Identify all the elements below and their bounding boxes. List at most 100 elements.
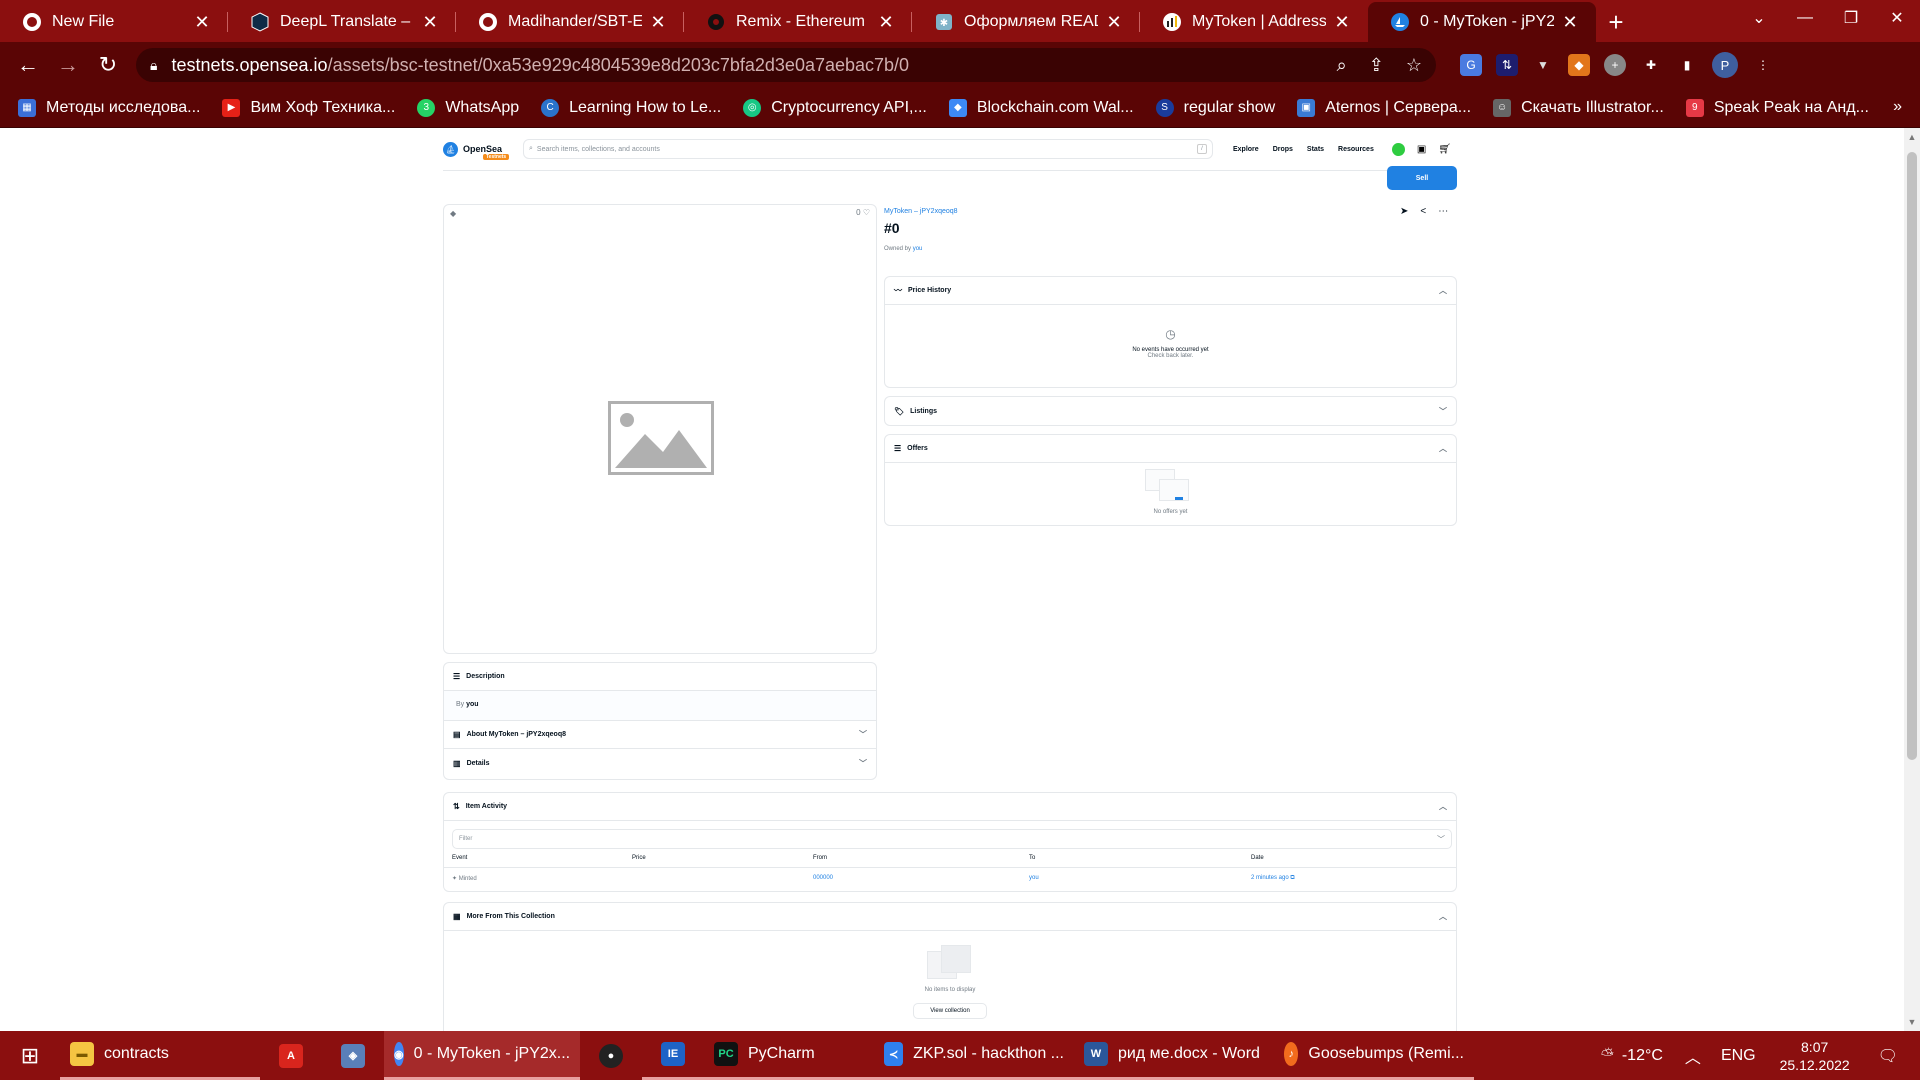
new-tab-button[interactable]: + bbox=[1596, 2, 1636, 42]
activity-filter-select[interactable]: Filter ﹀ bbox=[452, 829, 1452, 849]
translate-extension-icon[interactable]: G bbox=[1460, 54, 1482, 76]
tab-search-icon[interactable]: ⌄ bbox=[1736, 0, 1782, 36]
reload-icon[interactable]: ↻ bbox=[88, 45, 128, 85]
list-icon: ☰ bbox=[894, 444, 902, 453]
minimize-button[interactable]: — bbox=[1782, 0, 1828, 36]
zoom-icon[interactable]: ⌕ bbox=[1337, 55, 1347, 76]
more-options-icon[interactable]: ⋯ bbox=[1438, 206, 1448, 217]
clock[interactable]: 8:07 25.12.2022 bbox=[1780, 1038, 1850, 1074]
language-indicator[interactable]: ENG bbox=[1721, 1047, 1756, 1065]
scrollbar-thumb[interactable] bbox=[1907, 152, 1917, 760]
taskbar-item[interactable]: W рид ме.docx - Word bbox=[1074, 1031, 1274, 1080]
vue-devtools-icon[interactable]: ▼ bbox=[1532, 54, 1554, 76]
bookmark-item[interactable]: ▶ Вим Хоф Техника... bbox=[222, 98, 395, 117]
kebab-menu-icon[interactable]: ⋮ bbox=[1752, 54, 1774, 76]
bookmark-item[interactable]: ☺ Скачать Illustrator... bbox=[1493, 98, 1664, 117]
close-icon[interactable]: ✕ bbox=[648, 12, 668, 33]
collection-link[interactable]: MyToken – jPY2xqeoq8 bbox=[884, 208, 958, 215]
extension-icon[interactable]: + bbox=[1604, 54, 1626, 76]
notifications-icon[interactable]: 🗨︎ bbox=[1878, 1046, 1898, 1066]
close-icon[interactable]: ✕ bbox=[420, 12, 440, 33]
scroll-up-arrow-icon[interactable]: ▲ bbox=[1904, 132, 1920, 142]
listings-header[interactable]: 🏷︎ Listings ﹀ bbox=[885, 397, 1456, 425]
from-link[interactable]: 000000 bbox=[813, 875, 833, 881]
browser-tab[interactable]: Remix - Ethereum IDE ✕ bbox=[684, 2, 912, 42]
search-input[interactable]: ⌕ Search items, collections, and account… bbox=[523, 139, 1213, 159]
favorite-area[interactable]: 0 ♡ bbox=[856, 208, 870, 217]
close-icon[interactable]: ✕ bbox=[1104, 12, 1124, 33]
share-icon[interactable]: ⇪ bbox=[1369, 55, 1384, 76]
opensea-logo[interactable]: ⛵︎ OpenSea Testnets bbox=[443, 141, 523, 160]
transfer-icon[interactable]: ➤ bbox=[1400, 206, 1408, 217]
date-link[interactable]: 2 minutes ago ⧉ bbox=[1251, 875, 1295, 882]
windows-start-icon[interactable]: ⊞ bbox=[0, 1031, 60, 1080]
item-activity-header[interactable]: ⇅ Item Activity ︿ bbox=[444, 793, 1456, 821]
about-collection-header[interactable]: ▤ About MyToken – jPY2xqeoq8 ﹀ bbox=[444, 721, 876, 749]
creator-link[interactable]: you bbox=[466, 701, 478, 708]
weather-temp[interactable]: -12°C bbox=[1622, 1047, 1663, 1065]
back-arrow-icon[interactable]: ← bbox=[8, 45, 48, 85]
sell-button[interactable]: Sell bbox=[1387, 166, 1457, 190]
owner-link[interactable]: you bbox=[913, 246, 923, 252]
extension-icon[interactable]: ⇅ bbox=[1496, 54, 1518, 76]
browser-tab[interactable]: MyToken | Address 0x ✕ bbox=[1140, 2, 1368, 42]
price-history-header[interactable]: 〰 Price History ︿ bbox=[885, 277, 1456, 305]
bookmark-item[interactable]: Sregular show bbox=[1155, 98, 1275, 117]
description-header[interactable]: ☰ Description bbox=[444, 663, 876, 691]
account-avatar[interactable] bbox=[1391, 142, 1405, 156]
page-scrollbar[interactable]: ▲ ▼ bbox=[1904, 128, 1920, 1031]
nav-explore[interactable]: Explore bbox=[1233, 146, 1259, 153]
nav-stats[interactable]: Stats bbox=[1307, 146, 1324, 153]
view-collection-button[interactable]: View collection bbox=[913, 1003, 987, 1019]
details-header[interactable]: ▥ Details ﹀ bbox=[444, 749, 876, 777]
taskbar-item[interactable]: PC PyCharm bbox=[704, 1031, 874, 1080]
weather-icon[interactable]: ⛅︎ bbox=[1601, 1047, 1614, 1065]
browser-tab[interactable]: Madihander/SBT-Even ✕ bbox=[456, 2, 684, 42]
more-from-collection-header[interactable]: ▦ More From This Collection ︿ bbox=[444, 903, 1456, 931]
bookmark-item[interactable]: ◎ Cryptocurrency API,... bbox=[743, 98, 927, 117]
side-panel-icon[interactable]: ▮ bbox=[1676, 54, 1698, 76]
cart-icon[interactable]: 🛒︎ bbox=[1438, 144, 1451, 155]
metamask-icon[interactable]: ◆ bbox=[1568, 54, 1590, 76]
offers-header[interactable]: ☰ Offers ︿ bbox=[885, 435, 1456, 463]
bookmark-item[interactable]: ▣ Aternos | Сервера... bbox=[1297, 98, 1471, 117]
puzzle-extensions-icon[interactable]: ✚ bbox=[1640, 54, 1662, 76]
taskbar-item[interactable]: A bbox=[260, 1031, 322, 1080]
close-icon[interactable]: ✕ bbox=[876, 12, 896, 33]
taskbar-item-active[interactable]: ◉ 0 - MyToken - jPY2x... bbox=[384, 1031, 580, 1080]
address-bar[interactable]: 🔒︎ testnets.opensea.io/assets/bsc-testne… bbox=[136, 48, 1436, 82]
scroll-down-arrow-icon[interactable]: ▼ bbox=[1904, 1017, 1920, 1027]
close-icon[interactable]: ✕ bbox=[1332, 12, 1352, 33]
bookmark-item[interactable]: ◆ Blockchain.com Wal... bbox=[948, 98, 1134, 117]
logo-text: OpenSea Testnets bbox=[463, 144, 510, 160]
browser-tab[interactable]: New File ✕ bbox=[0, 2, 228, 42]
close-icon[interactable]: ✕ bbox=[1560, 12, 1580, 33]
bookmark-item[interactable]: 9 Speak Peak на Анд... bbox=[1685, 98, 1869, 117]
taskbar-item[interactable]: IE bbox=[642, 1031, 704, 1080]
taskbar-item[interactable]: ● bbox=[580, 1031, 642, 1080]
wallet-icon[interactable]: ▣ bbox=[1417, 144, 1426, 155]
bookmark-item[interactable]: C Learning How to Le... bbox=[541, 98, 721, 117]
profile-avatar[interactable]: P bbox=[1712, 52, 1738, 78]
bookmark-item[interactable]: 3 WhatsApp bbox=[417, 98, 519, 117]
nav-drops[interactable]: Drops bbox=[1273, 146, 1293, 153]
lock-icon[interactable]: 🔒︎ bbox=[150, 57, 157, 74]
to-link[interactable]: you bbox=[1029, 875, 1039, 881]
nav-resources[interactable]: Resources bbox=[1338, 146, 1374, 153]
restore-button[interactable]: ❐ bbox=[1828, 0, 1874, 36]
taskbar-item[interactable]: ♪ Goosebumps (Remi... bbox=[1274, 1031, 1474, 1080]
browser-tab[interactable]: ✱ Оформляем README ✕ bbox=[912, 2, 1140, 42]
bookmark-item[interactable]: ▦ Методы исследова... bbox=[18, 98, 200, 117]
taskbar-item[interactable]: ▬ contracts bbox=[60, 1031, 260, 1080]
bookmarks-overflow-icon[interactable]: » bbox=[1893, 98, 1902, 116]
taskbar-item[interactable]: ◈ bbox=[322, 1031, 384, 1080]
browser-tab-active[interactable]: 0 - MyToken - jPY2xqe ✕ bbox=[1368, 2, 1596, 42]
forward-arrow-icon[interactable]: → bbox=[48, 45, 88, 85]
close-window-button[interactable]: ✕ bbox=[1874, 0, 1920, 36]
share-icon[interactable]: < bbox=[1420, 206, 1426, 217]
show-hidden-icons-icon[interactable]: ︿ bbox=[1685, 1044, 1701, 1068]
browser-tab[interactable]: DeepL Translate – Самый ✕ bbox=[228, 2, 456, 42]
bookmark-star-icon[interactable]: ☆ bbox=[1406, 55, 1422, 76]
close-icon[interactable]: ✕ bbox=[192, 12, 212, 33]
taskbar-item[interactable]: ≺ ZKP.sol - hackthon ... bbox=[874, 1031, 1074, 1080]
